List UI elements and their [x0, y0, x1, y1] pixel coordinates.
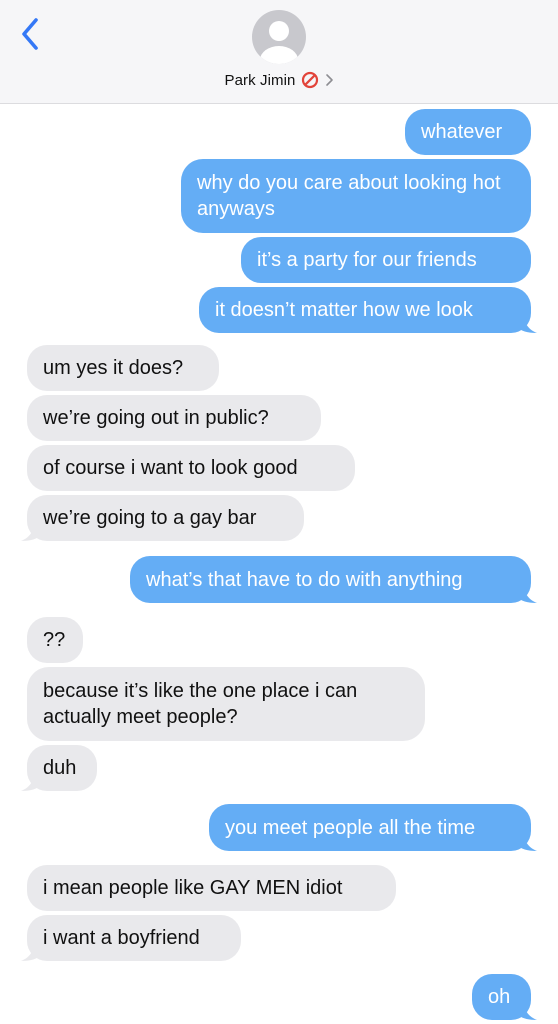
message-bubble[interactable]: it doesn’t matter how we look — [199, 287, 531, 333]
message-text: why do you care about looking hot anyway… — [197, 172, 501, 220]
chevron-right-icon — [324, 73, 334, 87]
contact-info[interactable]: Park Jimin — [0, 68, 558, 92]
bubble-tail — [517, 829, 537, 851]
back-button[interactable] — [16, 16, 48, 52]
contact-name: Park Jimin — [224, 71, 296, 89]
message-bubble[interactable]: we’re going to a gay bar — [27, 495, 304, 541]
message-text: you meet people all the time — [225, 816, 476, 839]
message-bubble[interactable]: it’s a party for our friends — [241, 237, 531, 283]
message-bubble[interactable]: because it’s like the one place i can ac… — [27, 667, 425, 741]
message-text: um yes it does? — [43, 357, 184, 379]
bubble-tail — [21, 939, 41, 961]
conversation-screen: Park Jimin whatever why do you care abou… — [0, 0, 558, 1024]
bubble-tail — [21, 769, 41, 791]
chevron-left-icon — [22, 18, 38, 50]
message-bubble[interactable]: you meet people all the time — [209, 804, 531, 851]
message-text: because it’s like the one place i can ac… — [43, 680, 358, 728]
message-text: oh — [488, 986, 511, 1008]
bubble-tail — [517, 998, 537, 1020]
conversation-header: Park Jimin — [0, 0, 558, 104]
message-text: i mean people like GAY MEN idiot — [43, 877, 343, 899]
message-text: i want a boyfriend — [43, 927, 200, 949]
message-text: ?? — [43, 629, 66, 651]
bubble-tail — [21, 519, 41, 541]
message-text: of course i want to look good — [43, 457, 298, 479]
avatar[interactable] — [252, 10, 306, 64]
message-list: whatever why do you care about looking h… — [0, 103, 558, 1024]
message-bubble[interactable]: ?? — [27, 617, 83, 663]
message-bubble[interactable]: of course i want to look good — [27, 445, 355, 491]
blocked-icon — [301, 71, 319, 89]
message-bubble[interactable]: i mean people like GAY MEN idiot — [27, 865, 396, 911]
message-text: we’re going out in public? — [43, 407, 269, 429]
person-icon — [260, 21, 298, 64]
message-text: it doesn’t matter how we look — [215, 299, 473, 321]
message-text: whatever — [421, 121, 503, 143]
message-bubble[interactable]: i want a boyfriend — [27, 915, 241, 961]
message-bubble[interactable]: um yes it does? — [27, 345, 219, 391]
message-text: what’s that have to do with anything — [146, 568, 463, 591]
message-text: it’s a party for our friends — [257, 249, 477, 271]
bubble-tail — [517, 311, 537, 333]
bubble-tail — [517, 581, 537, 603]
message-text: duh — [43, 757, 77, 779]
message-bubble[interactable]: whatever — [405, 109, 531, 155]
message-text: we’re going to a gay bar — [43, 507, 257, 529]
message-bubble[interactable]: what’s that have to do with anything — [130, 556, 531, 603]
message-bubble[interactable]: why do you care about looking hot anyway… — [181, 159, 531, 233]
message-bubble[interactable]: we’re going out in public? — [27, 395, 321, 441]
